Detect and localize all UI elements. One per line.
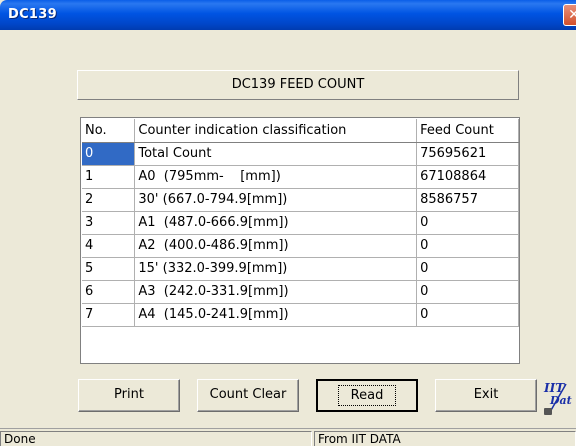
- row-no-cell[interactable]: 3: [82, 211, 136, 235]
- feed-count-heading: DC139 FEED COUNT: [77, 70, 519, 100]
- read-button-label: Read: [337, 385, 397, 406]
- row-no-cell[interactable]: 1: [82, 165, 136, 189]
- row-count-cell[interactable]: 8586757: [416, 188, 519, 212]
- exit-button-label: Exit: [473, 387, 499, 402]
- print-button-label: Print: [114, 387, 144, 402]
- row-label-cell[interactable]: A0 (795mm- [mm]): [134, 165, 418, 189]
- table-row[interactable]: 2 30' (667.0-794.9[mm]) 8586757: [82, 188, 519, 212]
- column-header-classification: Counter indication classification: [134, 119, 418, 143]
- exit-button[interactable]: Exit: [435, 379, 537, 412]
- row-count-cell[interactable]: 75695621: [416, 142, 519, 166]
- status-bar: Done From IIT DATA: [0, 428, 576, 446]
- count-clear-button-label: Count Clear: [209, 387, 287, 402]
- row-count-cell[interactable]: 0: [416, 257, 519, 281]
- row-count-cell[interactable]: 0: [416, 234, 519, 258]
- row-count-cell[interactable]: 67108864: [416, 165, 519, 189]
- print-button[interactable]: Print: [78, 379, 180, 412]
- status-left-text: Done: [4, 432, 36, 446]
- table-row[interactable]: 4 A2 (400.0-486.9[mm]) 0: [82, 234, 519, 258]
- row-no-cell[interactable]: 2: [82, 188, 136, 212]
- table-header-row: No. Counter indication classification Fe…: [82, 119, 519, 143]
- heading-text: DC139 FEED COUNT: [231, 77, 365, 92]
- row-label-cell[interactable]: A2 (400.0-486.9[mm]): [134, 234, 418, 258]
- row-count-cell[interactable]: 0: [416, 280, 519, 304]
- window-title: DC139: [8, 7, 57, 22]
- status-left-pane: Done: [0, 431, 312, 446]
- read-button[interactable]: Read: [316, 379, 418, 412]
- table-row[interactable]: 3 A1 (487.0-666.9[mm]) 0: [82, 211, 519, 235]
- iit-data-logo-icon: IIT Dat: [543, 381, 572, 415]
- status-right-pane: From IIT DATA: [314, 431, 576, 446]
- column-header-feed-count: Feed Count: [416, 119, 519, 143]
- row-label-cell[interactable]: Total Count: [134, 142, 418, 166]
- table-row[interactable]: 1 A0 (795mm- [mm]) 67108864: [82, 165, 519, 189]
- svg-text:Dat: Dat: [549, 394, 572, 407]
- table-row[interactable]: 7 A4 (145.0-241.9[mm]) 0: [82, 303, 519, 327]
- row-no-cell[interactable]: 5: [82, 257, 136, 281]
- row-no-cell[interactable]: 0: [82, 142, 136, 166]
- table-row[interactable]: 0 Total Count 75695621: [82, 142, 519, 166]
- close-icon: ✕: [568, 7, 576, 23]
- column-header-no: No.: [82, 119, 136, 143]
- table-row[interactable]: 6 A3 (242.0-331.9[mm]) 0: [82, 280, 519, 304]
- close-button[interactable]: ✕: [563, 4, 576, 26]
- row-no-cell[interactable]: 7: [82, 303, 136, 327]
- row-count-cell[interactable]: 0: [416, 303, 519, 327]
- count-clear-button[interactable]: Count Clear: [197, 379, 299, 412]
- svg-text:IIT: IIT: [543, 381, 565, 395]
- row-label-cell[interactable]: 15' (332.0-399.9[mm]): [134, 257, 418, 281]
- feed-count-grid[interactable]: No. Counter indication classification Fe…: [80, 117, 520, 364]
- table-row[interactable]: 5 15' (332.0-399.9[mm]) 0: [82, 257, 519, 281]
- status-right-text: From IIT DATA: [318, 432, 401, 446]
- row-label-cell[interactable]: A4 (145.0-241.9[mm]): [134, 303, 418, 327]
- feed-count-table: No. Counter indication classification Fe…: [82, 119, 519, 327]
- dc139-window: DC139 ✕ DC139 FEED COUNT No. Counter ind…: [0, 0, 576, 446]
- title-bar[interactable]: DC139 ✕: [0, 0, 576, 30]
- row-label-cell[interactable]: 30' (667.0-794.9[mm]): [134, 188, 418, 212]
- row-count-cell[interactable]: 0: [416, 211, 519, 235]
- row-no-cell[interactable]: 4: [82, 234, 136, 258]
- row-no-cell[interactable]: 6: [82, 280, 136, 304]
- row-label-cell[interactable]: A3 (242.0-331.9[mm]): [134, 280, 418, 304]
- row-label-cell[interactable]: A1 (487.0-666.9[mm]): [134, 211, 418, 235]
